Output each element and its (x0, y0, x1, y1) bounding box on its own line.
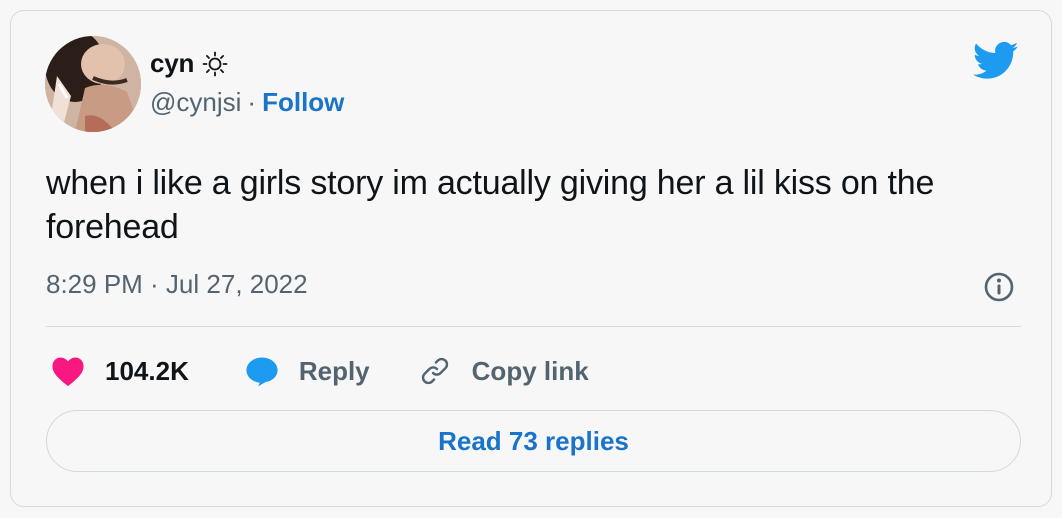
reply-button[interactable]: Reply (245, 355, 370, 387)
tweet-text: when i like a girls story im actually gi… (46, 164, 935, 246)
reply-bubble-icon (245, 355, 279, 387)
tweet-timestamp[interactable]: 8:29 PM · Jul 27, 2022 (46, 269, 308, 300)
like-count: 104.2K (105, 355, 189, 386)
heart-icon (51, 355, 85, 387)
reply-label: Reply (298, 355, 370, 386)
action-bar: 104.2K Reply Copy link (51, 351, 589, 391)
copy-link-label: Copy link (471, 355, 589, 386)
info-icon[interactable] (983, 271, 1015, 303)
avatar[interactable] (45, 36, 141, 132)
display-name[interactable]: cyn (150, 48, 194, 79)
copy-link-button[interactable]: Copy link (418, 355, 589, 387)
tweet-card: cyn @cynjsi · Follow when i like a girls… (10, 10, 1052, 507)
follow-link[interactable]: Follow (262, 87, 344, 118)
author-handle[interactable]: @cynjsi (150, 87, 241, 118)
handle-row: @cynjsi · Follow (150, 87, 344, 118)
twitter-bird-icon[interactable] (972, 41, 1019, 81)
link-icon (418, 355, 452, 387)
author-name[interactable]: cyn (150, 48, 228, 79)
separator-dot: · (247, 87, 257, 117)
sun-icon (202, 51, 228, 77)
like-button[interactable]: 104.2K (51, 355, 189, 387)
divider (46, 326, 1021, 327)
read-replies-button[interactable]: Read 73 replies (46, 410, 1021, 472)
